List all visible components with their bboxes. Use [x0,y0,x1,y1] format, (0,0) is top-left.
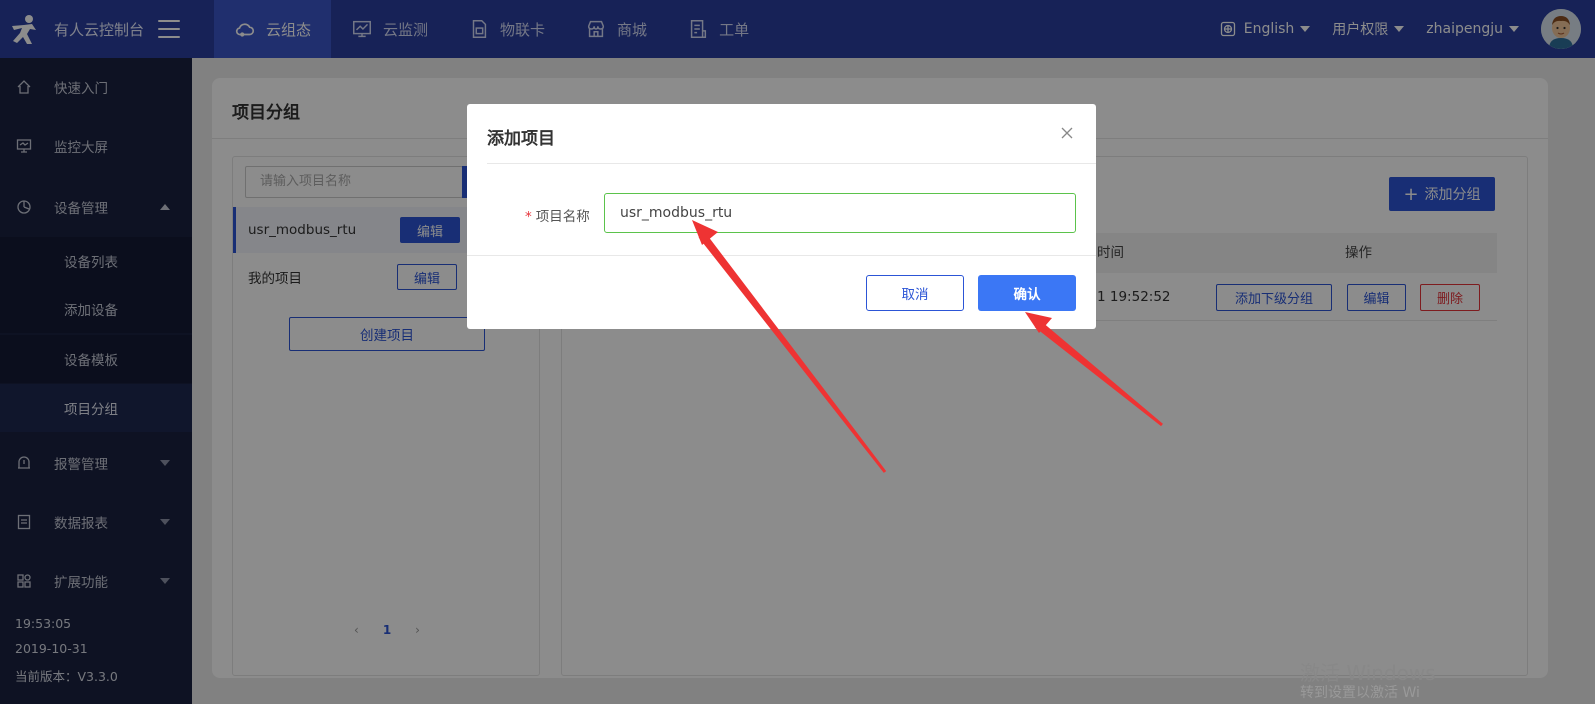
app-root: 有人云控制台 云组态 云监测 物联卡 商城 工单 English 用户权限 zh… [0,0,1595,704]
project-name-input[interactable]: usr_modbus_rtu [604,193,1076,233]
cancel-button[interactable]: 取消 [866,275,964,311]
confirm-button[interactable]: 确认 [978,275,1076,311]
windows-activation-subtext: 转到设置以激活 Wi [1300,685,1420,701]
close-icon[interactable] [1060,126,1074,140]
divider [467,255,1096,256]
divider [487,163,1096,164]
add-project-dialog: 添加项目 * 项目名称 usr_modbus_rtu 取消 确认 [467,104,1096,329]
required-marker: * [525,209,532,225]
dialog-title: 添加项目 [487,129,555,149]
project-name-label: * 项目名称 [525,205,590,225]
project-name-label-text: 项目名称 [535,209,590,225]
